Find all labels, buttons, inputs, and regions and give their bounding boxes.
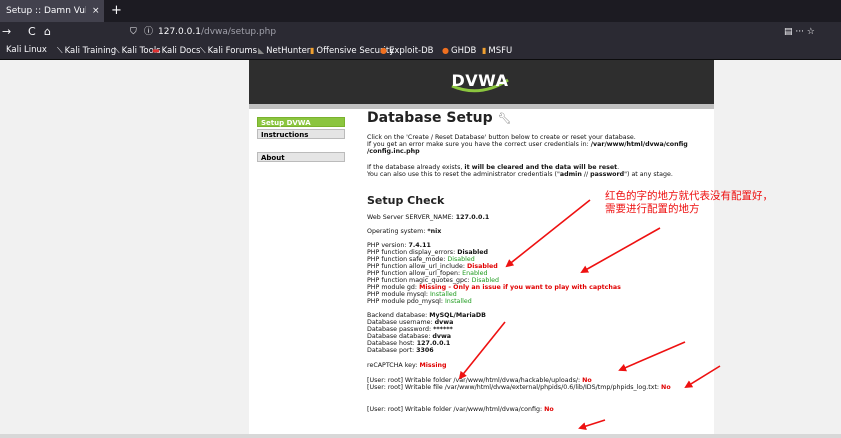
reload-icon[interactable]: C [28,24,36,40]
exploitdb-icon: ● [380,46,387,55]
menu-instructions[interactable]: Instructions [257,129,345,139]
warning-line-2: You can also use this to reset the admin… [367,171,673,178]
forward-icon[interactable]: → [2,24,11,40]
config-writable-line: [User: root] Writable folder /var/www/ht… [367,406,554,413]
menu-setup-dvwa[interactable]: Setup DVWA [257,117,345,127]
offsec-icon: ▮ [482,46,487,55]
kali-icon: ⟍ [57,46,63,55]
recaptcha-line: reCAPTCHA key: Missing [367,362,447,369]
browser-tab-bar: Setup :: Damn Vulnerable × + [0,0,841,22]
bookmarks-bar: Kali Linux ⟍ Kali Training ⟍ Kali Tools ▬ K… [0,42,841,60]
bookmark-kali-training[interactable]: ⟍ Kali Training [57,42,116,60]
home-icon[interactable]: ⌂ [44,24,51,40]
wrench-icon: 🔧︎ [497,112,512,125]
kali-icon: ⟍ [114,46,120,55]
db-port-line: Database port: 3306 [367,347,434,354]
bookmark-kali-docs[interactable]: ▬ Kali Docs [152,42,200,60]
bookmark-msfu[interactable]: ▮ MSFU [482,42,512,60]
new-tab-icon[interactable]: + [111,0,122,22]
dvwa-logo: DVWA [451,71,509,93]
os-line: Operating system: *nix [367,228,442,235]
menu-about[interactable]: About [257,152,345,162]
bookmark-kali-linux[interactable]: Kali Linux [6,42,47,59]
dvwa-page: DVWA Setup DVWA Instructions About Datab… [249,60,714,438]
url-host: 127.0.0.1 [158,27,201,37]
nethunter-icon: ◣ [258,46,265,55]
page-title: Database Setup 🔧︎ [367,110,512,126]
annotation-line-2: 需要进行配置的地方 [605,203,700,215]
php-pdo-mysql-line: PHP module pdo_mysql: Installed [367,298,472,305]
bookmark-kali-forums[interactable]: ⟍ Kali Forums [200,42,257,60]
offsec-icon: ▮ [310,46,315,55]
shield-icon[interactable]: ⛉ [130,24,137,40]
browser-tab[interactable]: Setup :: Damn Vulnerable × [0,0,104,22]
navigation-bar: → C ⌂ ⛉ ⓘ 127.0.0.1/dvwa/setup.php ▤ ···… [0,22,841,42]
server-name-line: Web Server SERVER_NAME: 127.0.0.1 [367,214,490,221]
address-bar[interactable]: ⛉ ⓘ 127.0.0.1/dvwa/setup.php [130,24,770,40]
dvwa-header: DVWA [249,60,714,109]
phpids-writable-line: [User: root] Writable file /var/www/html… [367,384,671,391]
red-annotation-note: 红色的字的地方就代表没有配置好， 需要进行配置的地方 [605,190,773,216]
setup-check-heading: Setup Check [367,194,445,207]
toolbar-right-icons[interactable]: ▤ ··· ☆ [784,24,815,40]
exploitdb-icon: ● [442,46,449,55]
kali-docs-icon: ▬ [152,46,160,55]
status-bar [0,434,841,438]
annotation-line-1: 红色的字的地方就代表没有配置好， [605,190,773,202]
tab-title: Setup :: Damn Vulnerable [6,6,86,16]
close-tab-icon[interactable]: × [92,0,100,22]
info-icon[interactable]: ⓘ [144,24,153,40]
bookmark-ghdb[interactable]: ● GHDB [442,42,476,60]
kali-icon: ⟍ [200,46,206,55]
bookmark-exploit-db[interactable]: ● Exploit-DB [380,42,433,60]
intro-line-3: /config.inc.php [367,148,420,155]
bookmark-nethunter[interactable]: ◣ NetHunter [258,42,310,60]
url-path: /dvwa/setup.php [200,27,277,37]
